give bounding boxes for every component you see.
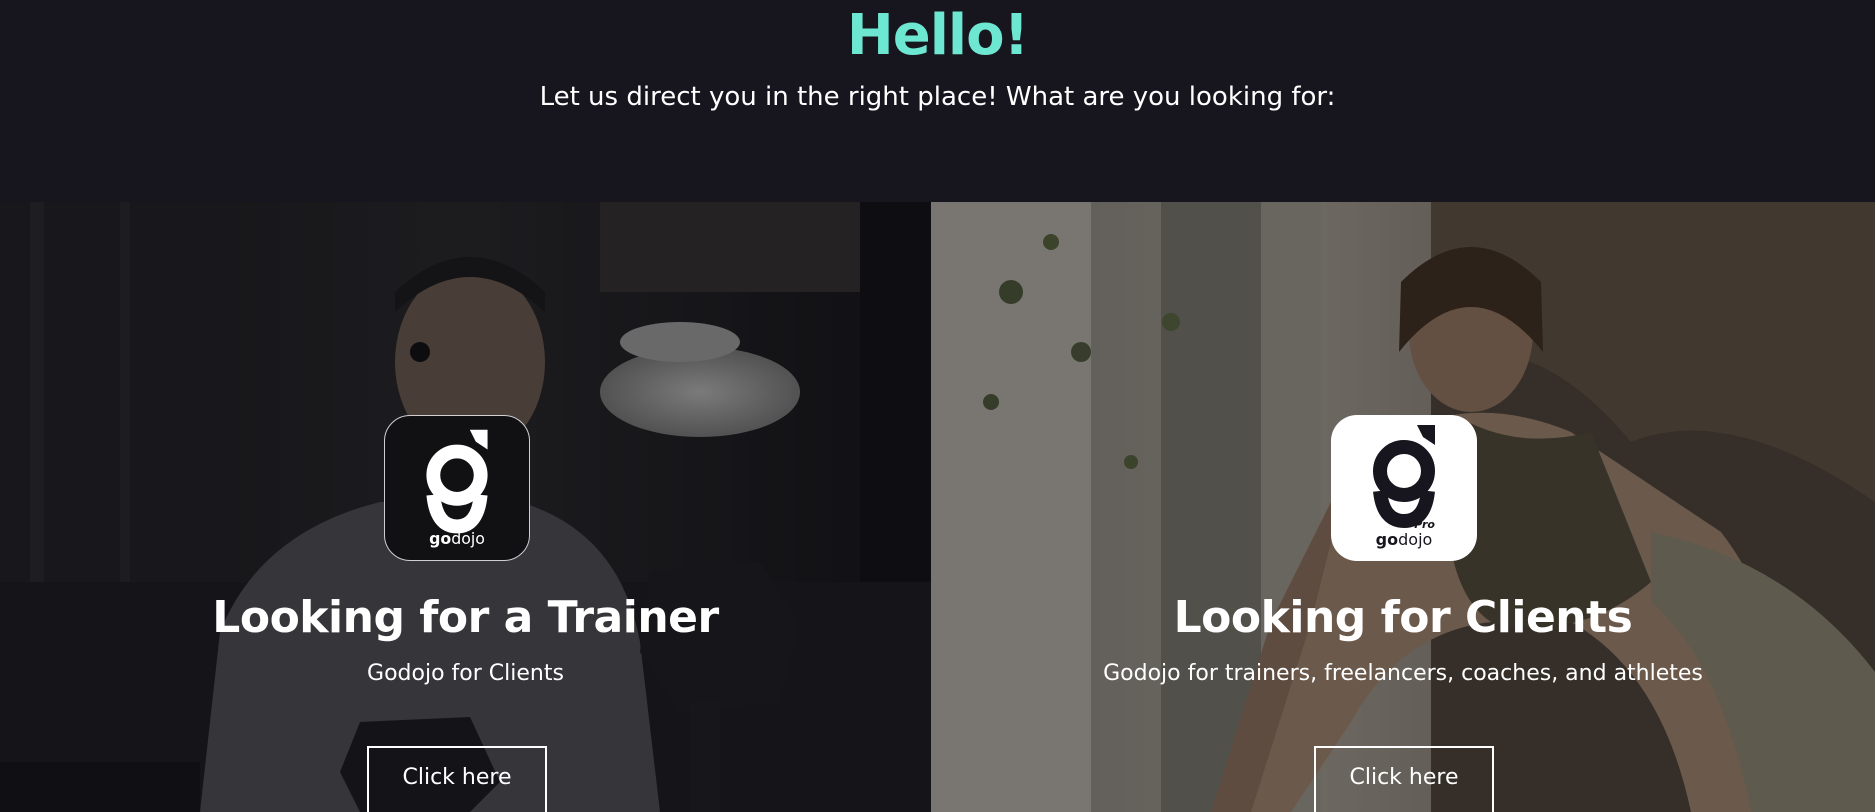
trainer-card-content: godojo Looking for a Trainer Godojo for … (0, 202, 931, 812)
logo-wordmark-bold: go (429, 529, 451, 548)
clients-card-description: Godojo for trainers, freelancers, coache… (1103, 661, 1703, 686)
page-title: Hello! (846, 3, 1029, 68)
clients-card-title: Looking for Clients (1173, 592, 1633, 643)
logo-wordmark-light: dojo (1398, 530, 1432, 549)
trainer-card: godojo Looking for a Trainer Godojo for … (0, 202, 931, 812)
trainer-card-description: Godojo for Clients (367, 661, 564, 686)
svg-text:godojo: godojo (429, 529, 485, 548)
logo-wordmark-light: dojo (451, 529, 485, 548)
find-trainer-button[interactable]: Click here (367, 746, 547, 812)
clients-card: Pro godojo Looking for Clients Godojo fo… (931, 202, 1875, 812)
page-header: Hello! Let us direct you in the right pl… (0, 0, 1875, 202)
clients-card-content: Pro godojo Looking for Clients Godojo fo… (931, 202, 1875, 812)
find-clients-button[interactable]: Click here (1314, 746, 1494, 812)
svg-text:godojo: godojo (1376, 530, 1433, 549)
trainer-card-title: Looking for a Trainer (212, 592, 719, 643)
page-subtitle: Let us direct you in the right place! Wh… (539, 82, 1336, 112)
godojo-logo-icon: godojo (384, 415, 530, 561)
godojo-pro-logo-icon: Pro godojo (1331, 415, 1477, 561)
logo-wordmark-bold: go (1376, 530, 1398, 549)
